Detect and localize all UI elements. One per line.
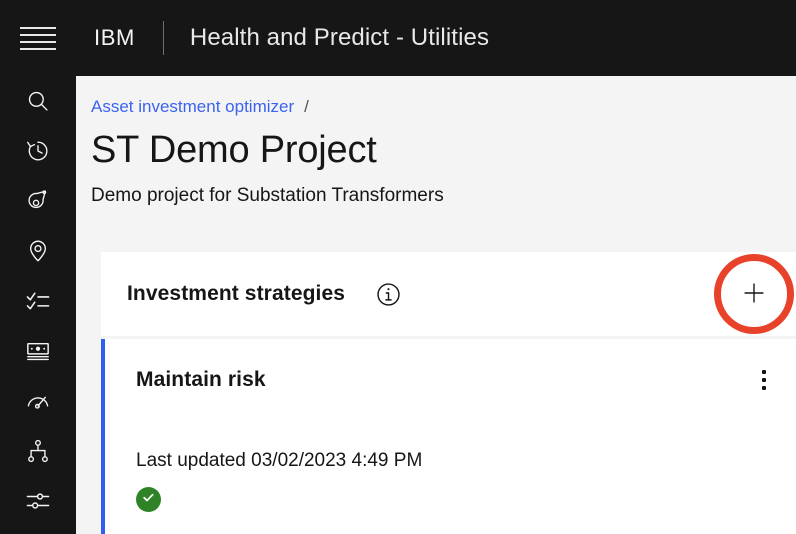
strategy-last-updated: Last updated 03/02/2023 4:49 PM — [136, 450, 423, 471]
header-divider — [162, 21, 164, 55]
checklist-icon — [25, 288, 51, 314]
strategy-status-row — [105, 474, 796, 512]
strategy-overflow-menu-icon[interactable] — [740, 356, 788, 404]
status-badge — [136, 487, 161, 512]
app-root: IBM Health and Predict - Utilities Asset… — [0, 0, 796, 534]
location-pin-icon — [25, 238, 51, 264]
gauge-icon — [25, 388, 51, 414]
hamburger-line — [20, 47, 56, 50]
hamburger-line — [20, 26, 56, 29]
hierarchy-icon — [25, 438, 51, 464]
sidebar-item-tasks[interactable] — [0, 276, 76, 326]
breadcrumb-separator: / — [304, 97, 309, 116]
overflow-dot — [762, 386, 766, 390]
overflow-dot — [762, 370, 766, 374]
page-title: ST Demo Project — [91, 129, 377, 171]
sidebar-item-locations[interactable] — [0, 226, 76, 276]
add-strategy-wrapper — [712, 252, 796, 336]
sidebar-item-settings[interactable] — [0, 476, 76, 526]
main-content: Asset investment optimizer / ST Demo Proj… — [76, 76, 796, 534]
asset-tag-icon — [25, 188, 51, 214]
plus-icon — [741, 280, 767, 309]
strategy-card-header: Maintain risk — [105, 339, 796, 404]
hamburger-line — [20, 33, 56, 36]
sidebar-item-assets[interactable] — [0, 176, 76, 226]
sidebar-item-search[interactable] — [0, 76, 76, 126]
global-header: IBM Health and Predict - Utilities — [0, 0, 796, 76]
brand-logo[interactable]: IBM — [76, 25, 135, 51]
history-icon — [25, 138, 51, 164]
hamburger-menu-icon[interactable] — [0, 0, 76, 76]
checkmark-icon — [141, 490, 156, 510]
add-strategy-button[interactable] — [712, 252, 796, 336]
breadcrumb: Asset investment optimizer / — [76, 76, 796, 118]
overflow-dot — [762, 378, 766, 382]
strategy-card-title: Maintain risk — [136, 368, 266, 391]
sidebar-item-history[interactable] — [0, 126, 76, 176]
breadcrumb-link-asset-investment-optimizer[interactable]: Asset investment optimizer — [91, 97, 294, 116]
panel-title: Investment strategies — [127, 282, 346, 305]
money-icon — [25, 338, 51, 364]
info-icon[interactable] — [375, 281, 402, 308]
search-icon — [25, 88, 51, 114]
page-subtitle: Demo project for Substation Transformers — [91, 185, 444, 206]
hamburger-line — [20, 40, 56, 43]
sidebar-item-performance[interactable] — [0, 376, 76, 426]
sidebar-item-hierarchy[interactable] — [0, 426, 76, 476]
sliders-icon — [25, 488, 51, 514]
app-title[interactable]: Health and Predict - Utilities — [190, 24, 489, 52]
strategy-card[interactable]: Maintain risk Last updated 03/02/2023 4:… — [101, 339, 796, 534]
sidebar-item-investments[interactable] — [0, 326, 76, 376]
sidebar-rail — [0, 76, 76, 534]
investment-strategies-panel-header: Investment strategies — [101, 252, 796, 336]
